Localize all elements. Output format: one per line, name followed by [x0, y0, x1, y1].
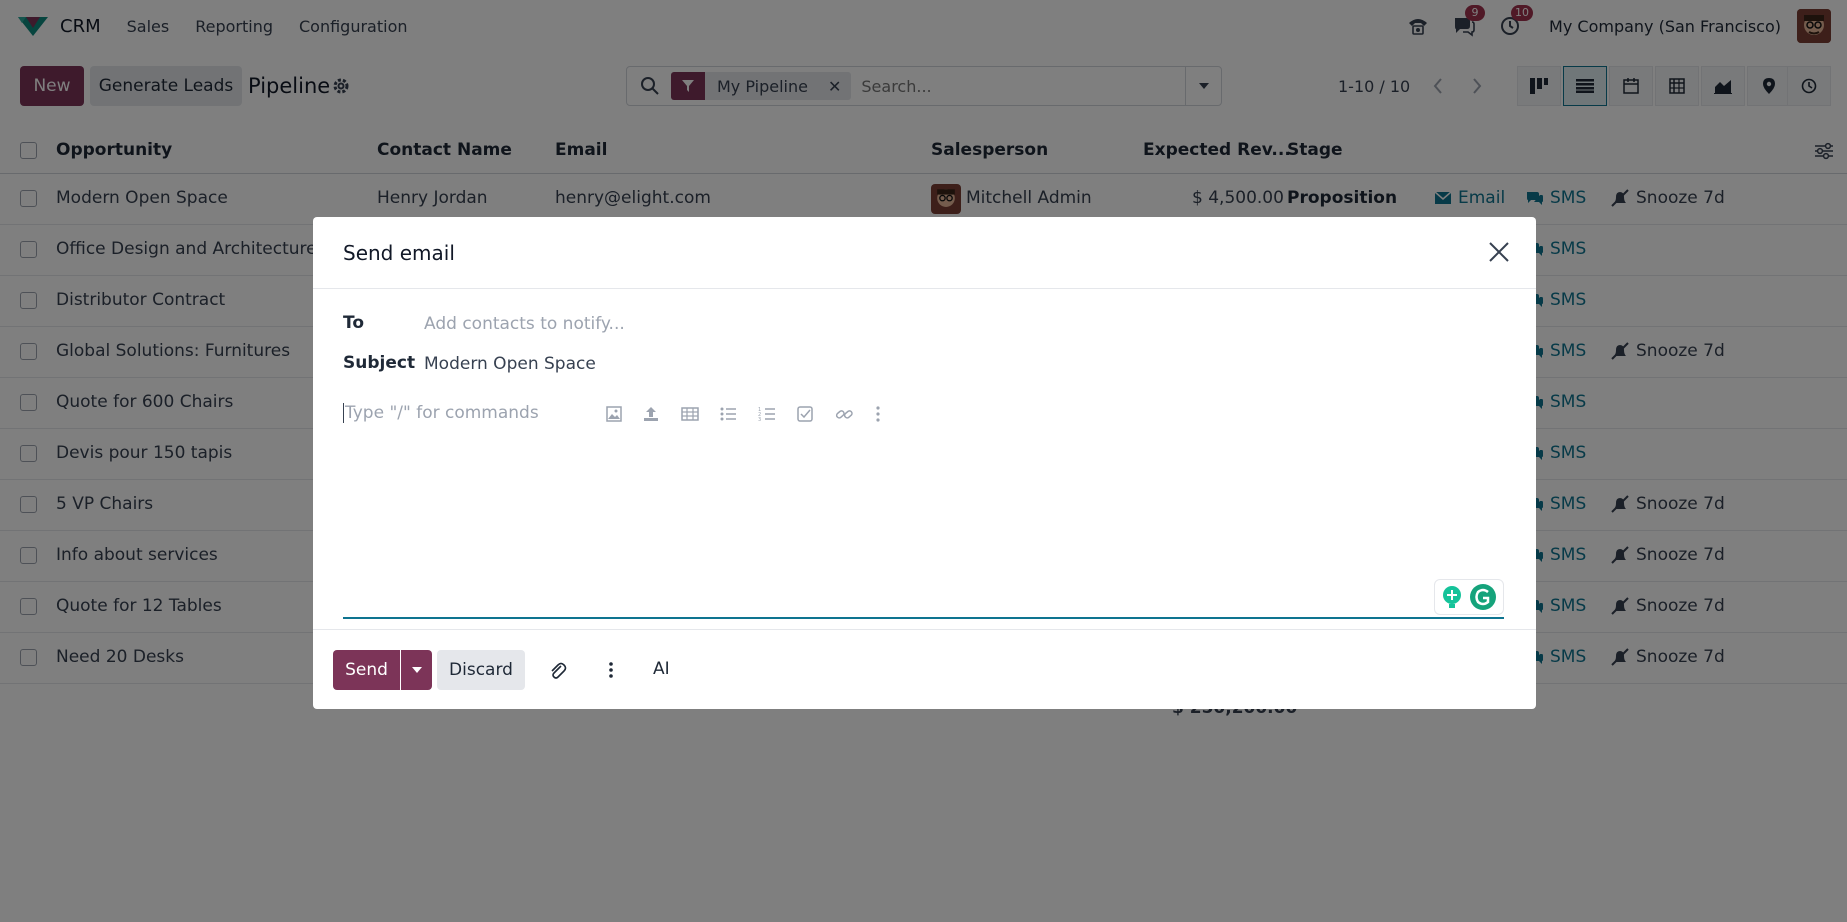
dialog-title: Send email: [343, 241, 455, 265]
send-options-button[interactable]: [401, 650, 432, 690]
editor-bottom-border: [343, 617, 1504, 619]
send-email-dialog: Send email To Add contacts to notify... …: [313, 217, 1536, 709]
close-icon[interactable]: [1488, 241, 1510, 263]
subject-label: Subject: [343, 353, 416, 373]
grammarly-icon: [1470, 584, 1496, 610]
dialog-header: Send email: [313, 217, 1536, 289]
body-editor[interactable]: Type "/" for commands: [343, 403, 539, 423]
bulb-icon: [1443, 586, 1461, 608]
writing-assistant-widget[interactable]: [1434, 579, 1504, 615]
table-icon[interactable]: [680, 404, 700, 424]
to-label: To: [343, 313, 365, 333]
link-icon[interactable]: [834, 404, 854, 424]
ai-button[interactable]: AI: [653, 659, 670, 679]
more-options-icon[interactable]: [601, 660, 621, 680]
upload-icon[interactable]: [641, 404, 661, 424]
to-recipients-input[interactable]: Add contacts to notify...: [424, 314, 625, 334]
send-button[interactable]: Send: [333, 650, 400, 690]
more-vertical-icon[interactable]: [868, 404, 888, 424]
caret-down-icon: [411, 667, 422, 673]
subject-input[interactable]: Modern Open Space: [424, 354, 596, 374]
dialog-footer: Send Discard AI: [313, 629, 1536, 709]
bullet-list-icon[interactable]: [718, 404, 738, 424]
image-icon[interactable]: [604, 404, 624, 424]
discard-button[interactable]: Discard: [437, 650, 525, 690]
paperclip-icon[interactable]: [547, 660, 567, 680]
checklist-icon[interactable]: [795, 404, 815, 424]
svg-text:3: 3: [758, 417, 761, 423]
numbered-list-icon[interactable]: 123: [757, 404, 777, 424]
